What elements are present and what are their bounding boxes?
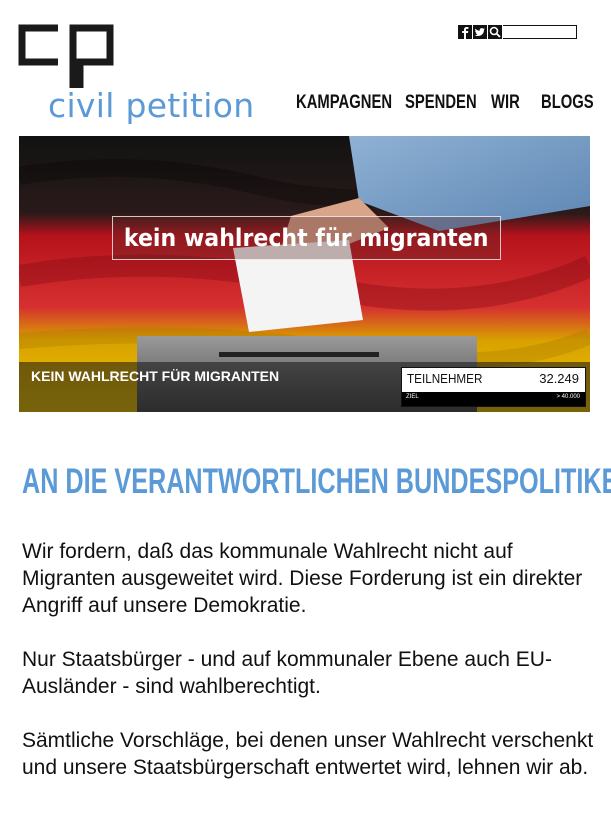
search-icon[interactable] [488, 24, 502, 39]
twitter-icon[interactable] [473, 24, 487, 39]
social-bar [458, 24, 577, 39]
goal-value: > 40.000 [556, 394, 580, 400]
logo-mark-icon [18, 24, 114, 88]
counter-value: 32.249 [539, 371, 579, 386]
paragraph: Sämtliche Vorschläge, bei denen unser Wa… [22, 729, 594, 779]
paragraph: Nur Staatsbürger - und auf kommunaler Eb… [22, 648, 552, 698]
page-headline: AN DIE VERANTWORTLICHEN BUNDESPOLITIKER [22, 462, 611, 501]
campaign-hero[interactable]: kein wahlrecht für migranten KEIN WAHLRE… [19, 136, 590, 412]
brand-name: civil petition [48, 86, 255, 125]
hero-caption-text: kein wahlrecht für migranten [124, 224, 489, 252]
participant-counter: TEILNEHMER 32.249 ZIEL > 40.000 [401, 367, 586, 407]
counter-label: TEILNEHMER [407, 371, 483, 386]
campaign-title[interactable]: KEIN WAHLRECHT FÜR MIGRANTEN [31, 368, 279, 384]
petition-text: Wir fordern, daß das kommunale Wahlrecht… [22, 538, 602, 808]
paragraph: Wir fordern, daß das kommunale Wahlrecht… [22, 540, 583, 617]
logo[interactable]: civil petition [18, 24, 254, 125]
nav-item-kampagnen[interactable]: KAMPAGNEN [296, 92, 392, 114]
nav-item-blogs[interactable]: BLOGS [541, 92, 594, 114]
facebook-icon[interactable] [458, 24, 472, 39]
goal-label: ZIEL [406, 394, 419, 400]
counter-goal-bar: ZIEL > 40.000 [402, 392, 585, 406]
hero-caption: kein wahlrecht für migranten [112, 216, 501, 260]
search-input[interactable] [503, 24, 577, 39]
nav-item-wir[interactable]: WIR [491, 92, 520, 114]
nav-item-spenden[interactable]: SPENDEN [405, 92, 477, 114]
